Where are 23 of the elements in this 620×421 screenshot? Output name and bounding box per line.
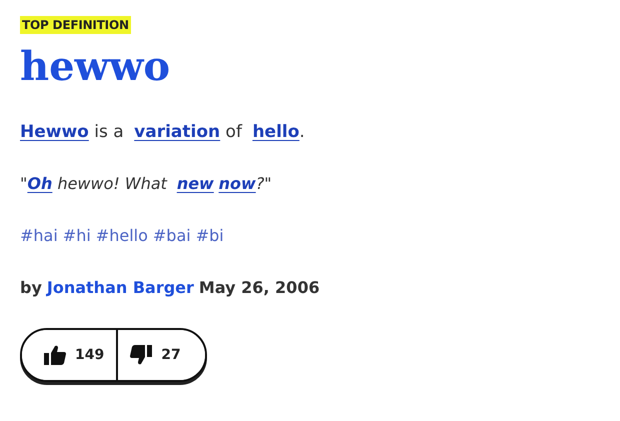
example-link[interactable]: new — [176, 174, 214, 193]
word-title[interactable]: hewwo — [20, 44, 170, 90]
byline-prefix: by — [20, 277, 42, 299]
hashtag-link[interactable]: #hi — [62, 224, 91, 248]
example-link[interactable]: Oh — [27, 174, 52, 193]
definition-link[interactable]: hello — [252, 122, 300, 142]
example-link[interactable]: now — [218, 174, 256, 193]
upvote-button[interactable]: 149 — [22, 330, 118, 380]
definition-link[interactable]: variation — [134, 122, 220, 142]
post-date: May 26, 2006 — [198, 277, 320, 299]
thumbs-up-icon — [44, 345, 66, 365]
thumbs-down-icon — [130, 345, 152, 365]
top-definition-badge: TOP DEFINITION — [20, 16, 131, 34]
downvote-count: 27 — [161, 347, 181, 363]
hashtag-link[interactable]: #hai — [20, 224, 58, 248]
hashtag-link[interactable]: #bai — [152, 224, 191, 248]
hashtag-link[interactable]: #hello — [96, 224, 148, 248]
hashtag-link[interactable]: #bi — [196, 224, 224, 248]
definition-link[interactable]: Hewwo — [20, 122, 89, 142]
example-text: "Oh hewwo! What new now?" — [20, 173, 272, 195]
upvote-count: 149 — [75, 347, 104, 363]
author-link[interactable]: Jonathan Barger — [46, 276, 194, 300]
definition-text: Hewwo is a variation of hello. — [20, 121, 305, 144]
